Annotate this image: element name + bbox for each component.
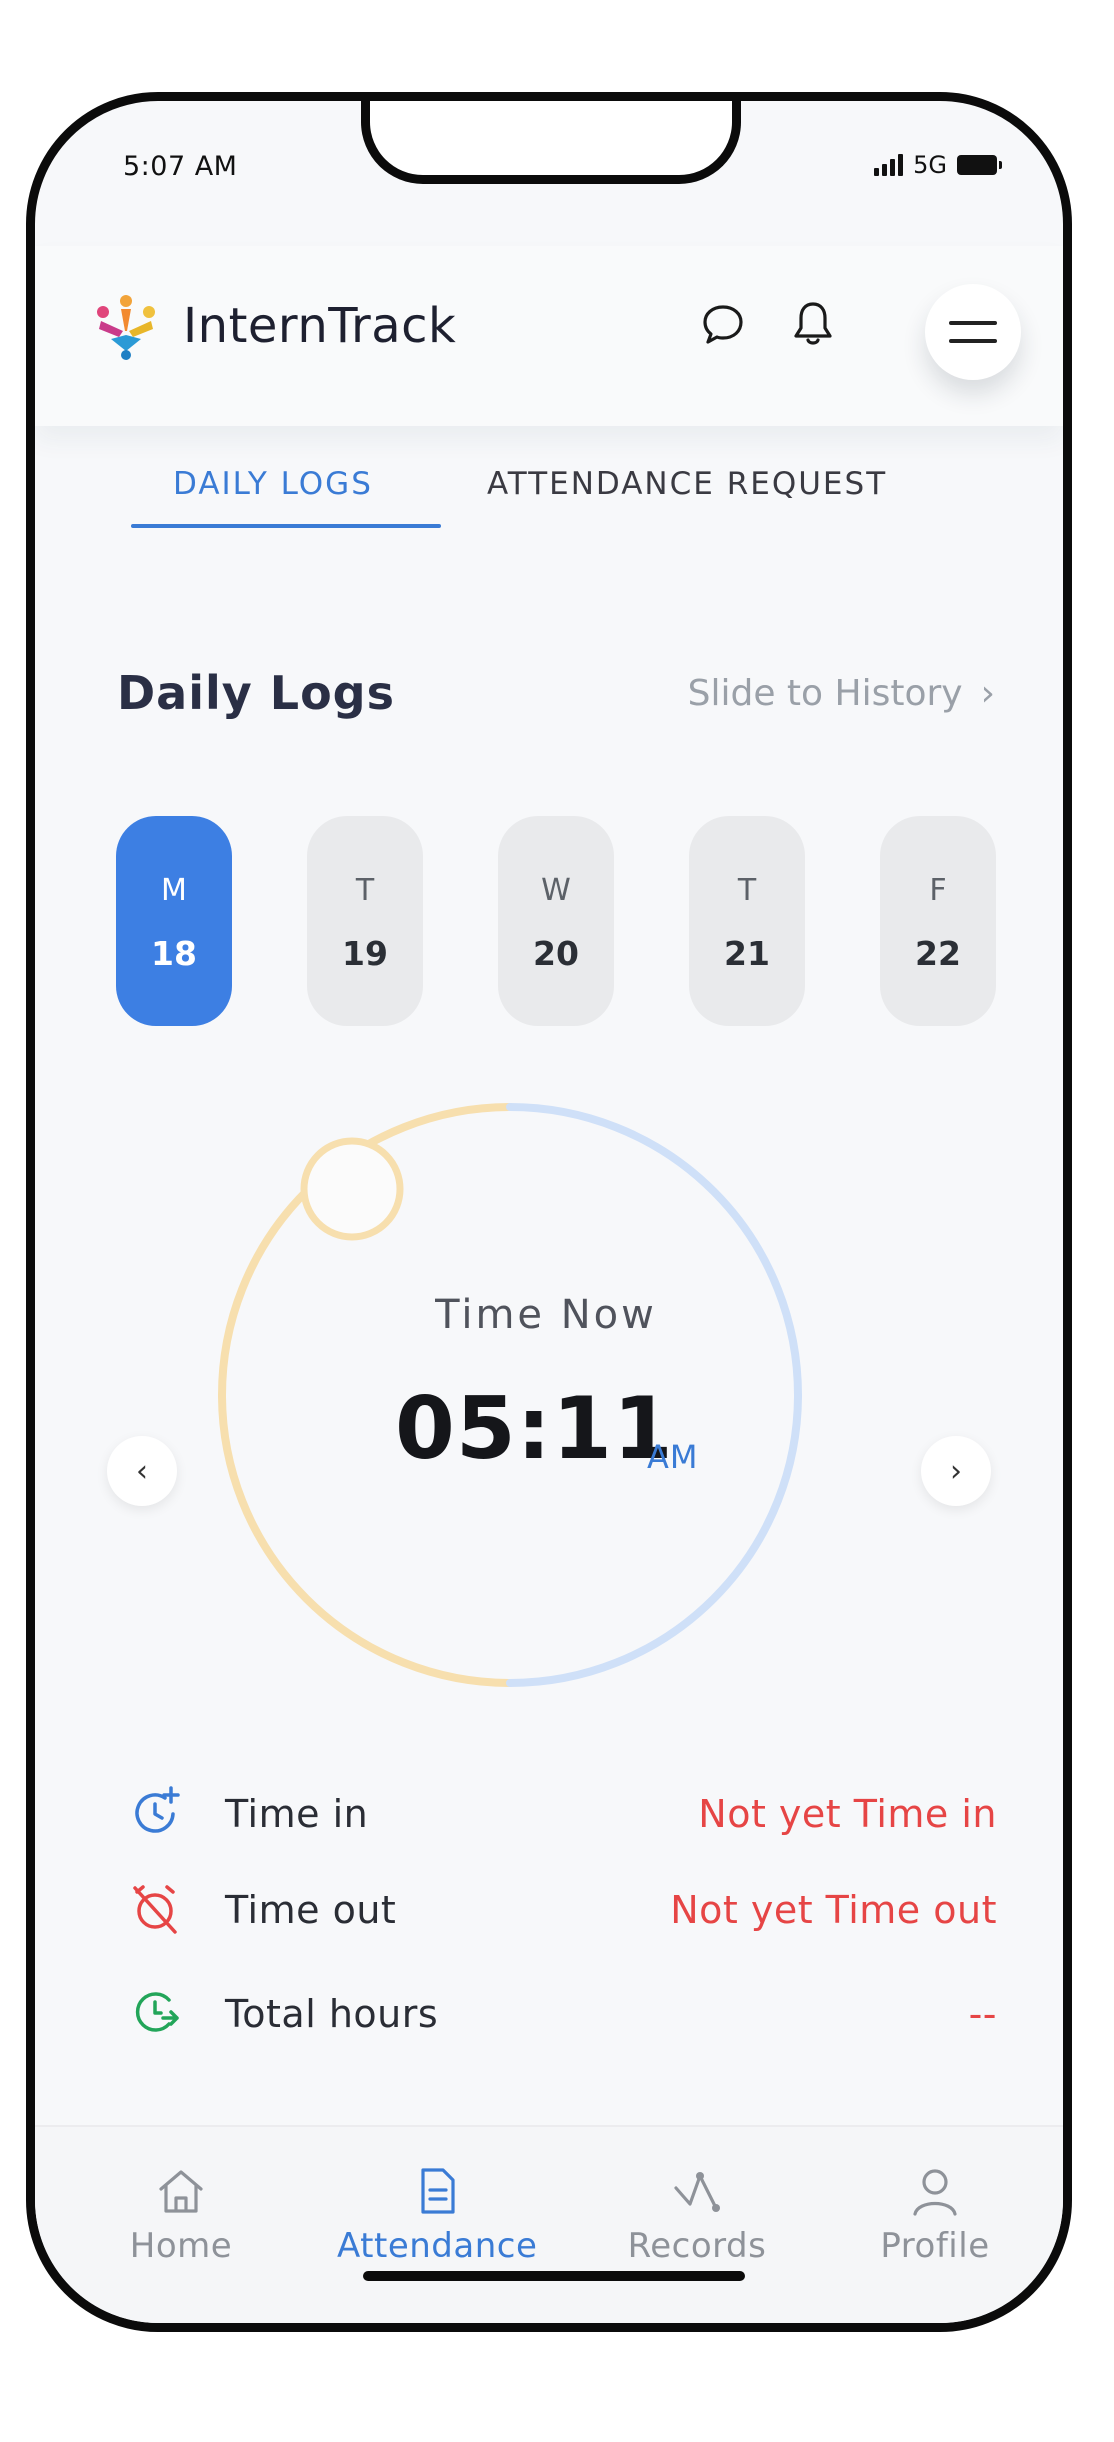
day-chip[interactable]: T 21 bbox=[689, 816, 805, 1026]
nav-item-records[interactable]: Records bbox=[597, 2162, 797, 2266]
previous-button[interactable]: ‹ bbox=[107, 1436, 177, 1506]
day-number: 19 bbox=[342, 934, 388, 973]
day-letter: M bbox=[161, 873, 187, 908]
nav-item-attendance[interactable]: Attendance bbox=[337, 2162, 537, 2266]
nav-label: Attendance bbox=[337, 2226, 538, 2266]
bell-icon[interactable] bbox=[785, 296, 841, 352]
home-indicator[interactable] bbox=[363, 2271, 745, 2281]
notch bbox=[361, 101, 741, 184]
clock-forward-icon bbox=[135, 1992, 179, 2032]
tab-active-indicator bbox=[131, 524, 441, 528]
chat-icon[interactable] bbox=[695, 296, 751, 352]
app-name: InternTrack bbox=[183, 298, 457, 354]
day-number: 20 bbox=[533, 934, 579, 973]
tab-attendance-request[interactable]: ATTENDANCE REQUEST bbox=[487, 466, 887, 502]
time-in-label: Time in bbox=[225, 1792, 369, 1836]
day-number: 22 bbox=[915, 934, 961, 973]
nav-label: Profile bbox=[880, 2226, 990, 2266]
status-time: 5:07 AM bbox=[123, 151, 238, 182]
time-in-value: Not yet Time in bbox=[698, 1792, 997, 1836]
alarm-off-icon bbox=[133, 1885, 177, 1934]
app-header: InternTrack bbox=[35, 246, 1063, 426]
day-number: 18 bbox=[151, 934, 197, 973]
brand: InternTrack bbox=[91, 291, 456, 361]
document-icon bbox=[421, 2168, 455, 2214]
total-hours-value: -- bbox=[968, 1992, 997, 2036]
slide-to-history-label: Slide to History bbox=[687, 673, 963, 714]
menu-line bbox=[949, 321, 997, 325]
tab-bar: DAILY LOGS ATTENDANCE REQUEST bbox=[35, 426, 1063, 546]
signal-icon bbox=[874, 154, 904, 176]
day-chip[interactable]: M 18 bbox=[116, 816, 232, 1026]
next-button[interactable]: › bbox=[921, 1436, 991, 1506]
page-title: Daily Logs bbox=[117, 666, 395, 720]
nav-label: Records bbox=[627, 2226, 767, 2266]
home-icon bbox=[159, 2170, 203, 2213]
nav-item-profile[interactable]: Profile bbox=[835, 2162, 1035, 2266]
phone-frame: 5:07 AM 5G InternTrack DAILY LOGS ATTEND… bbox=[26, 92, 1072, 2332]
menu-line bbox=[949, 339, 997, 343]
time-in-row: Time in Not yet Time in bbox=[35, 1778, 1063, 1848]
tab-daily-logs[interactable]: DAILY LOGS bbox=[173, 466, 373, 502]
chevron-right-icon: › bbox=[980, 673, 995, 714]
day-letter: T bbox=[737, 873, 757, 908]
day-letter: T bbox=[355, 873, 375, 908]
nav-item-home[interactable]: Home bbox=[81, 2162, 281, 2266]
bottom-nav: Home Attendance Records Profile bbox=[35, 2125, 1063, 2323]
menu-button[interactable] bbox=[925, 284, 1021, 380]
day-letter: F bbox=[929, 873, 947, 908]
current-time: 05:11 bbox=[395, 1379, 674, 1479]
logo-icon bbox=[97, 295, 155, 360]
time-out-value: Not yet Time out bbox=[670, 1888, 997, 1932]
day-number: 21 bbox=[724, 934, 770, 973]
battery-icon bbox=[957, 155, 1002, 175]
time-out-label: Time out bbox=[225, 1888, 397, 1932]
current-time-ampm: AM bbox=[647, 1438, 699, 1476]
total-hours-label: Total hours bbox=[225, 1992, 439, 2036]
day-letter: W bbox=[541, 873, 571, 908]
status-indicators: 5G bbox=[874, 151, 1002, 179]
clock-plus-icon bbox=[135, 1786, 180, 1833]
chevron-right-icon: › bbox=[950, 1453, 962, 1489]
time-out-row: Time out Not yet Time out bbox=[35, 1874, 1063, 1944]
day-chip[interactable]: W 20 bbox=[498, 816, 614, 1026]
day-chip[interactable]: F 22 bbox=[880, 816, 996, 1026]
time-now-label: Time Now bbox=[435, 1292, 657, 1338]
graph-icon bbox=[674, 2172, 720, 2212]
user-icon bbox=[913, 2169, 957, 2216]
nav-label: Home bbox=[129, 2226, 233, 2266]
chevron-left-icon: ‹ bbox=[136, 1453, 148, 1489]
clock-handle[interactable] bbox=[300, 1137, 404, 1241]
slide-to-history-link[interactable]: Slide to History › bbox=[688, 673, 995, 714]
total-hours-row: Total hours -- bbox=[35, 1978, 1063, 2048]
network-label: 5G bbox=[913, 151, 947, 179]
day-chip[interactable]: T 19 bbox=[307, 816, 423, 1026]
